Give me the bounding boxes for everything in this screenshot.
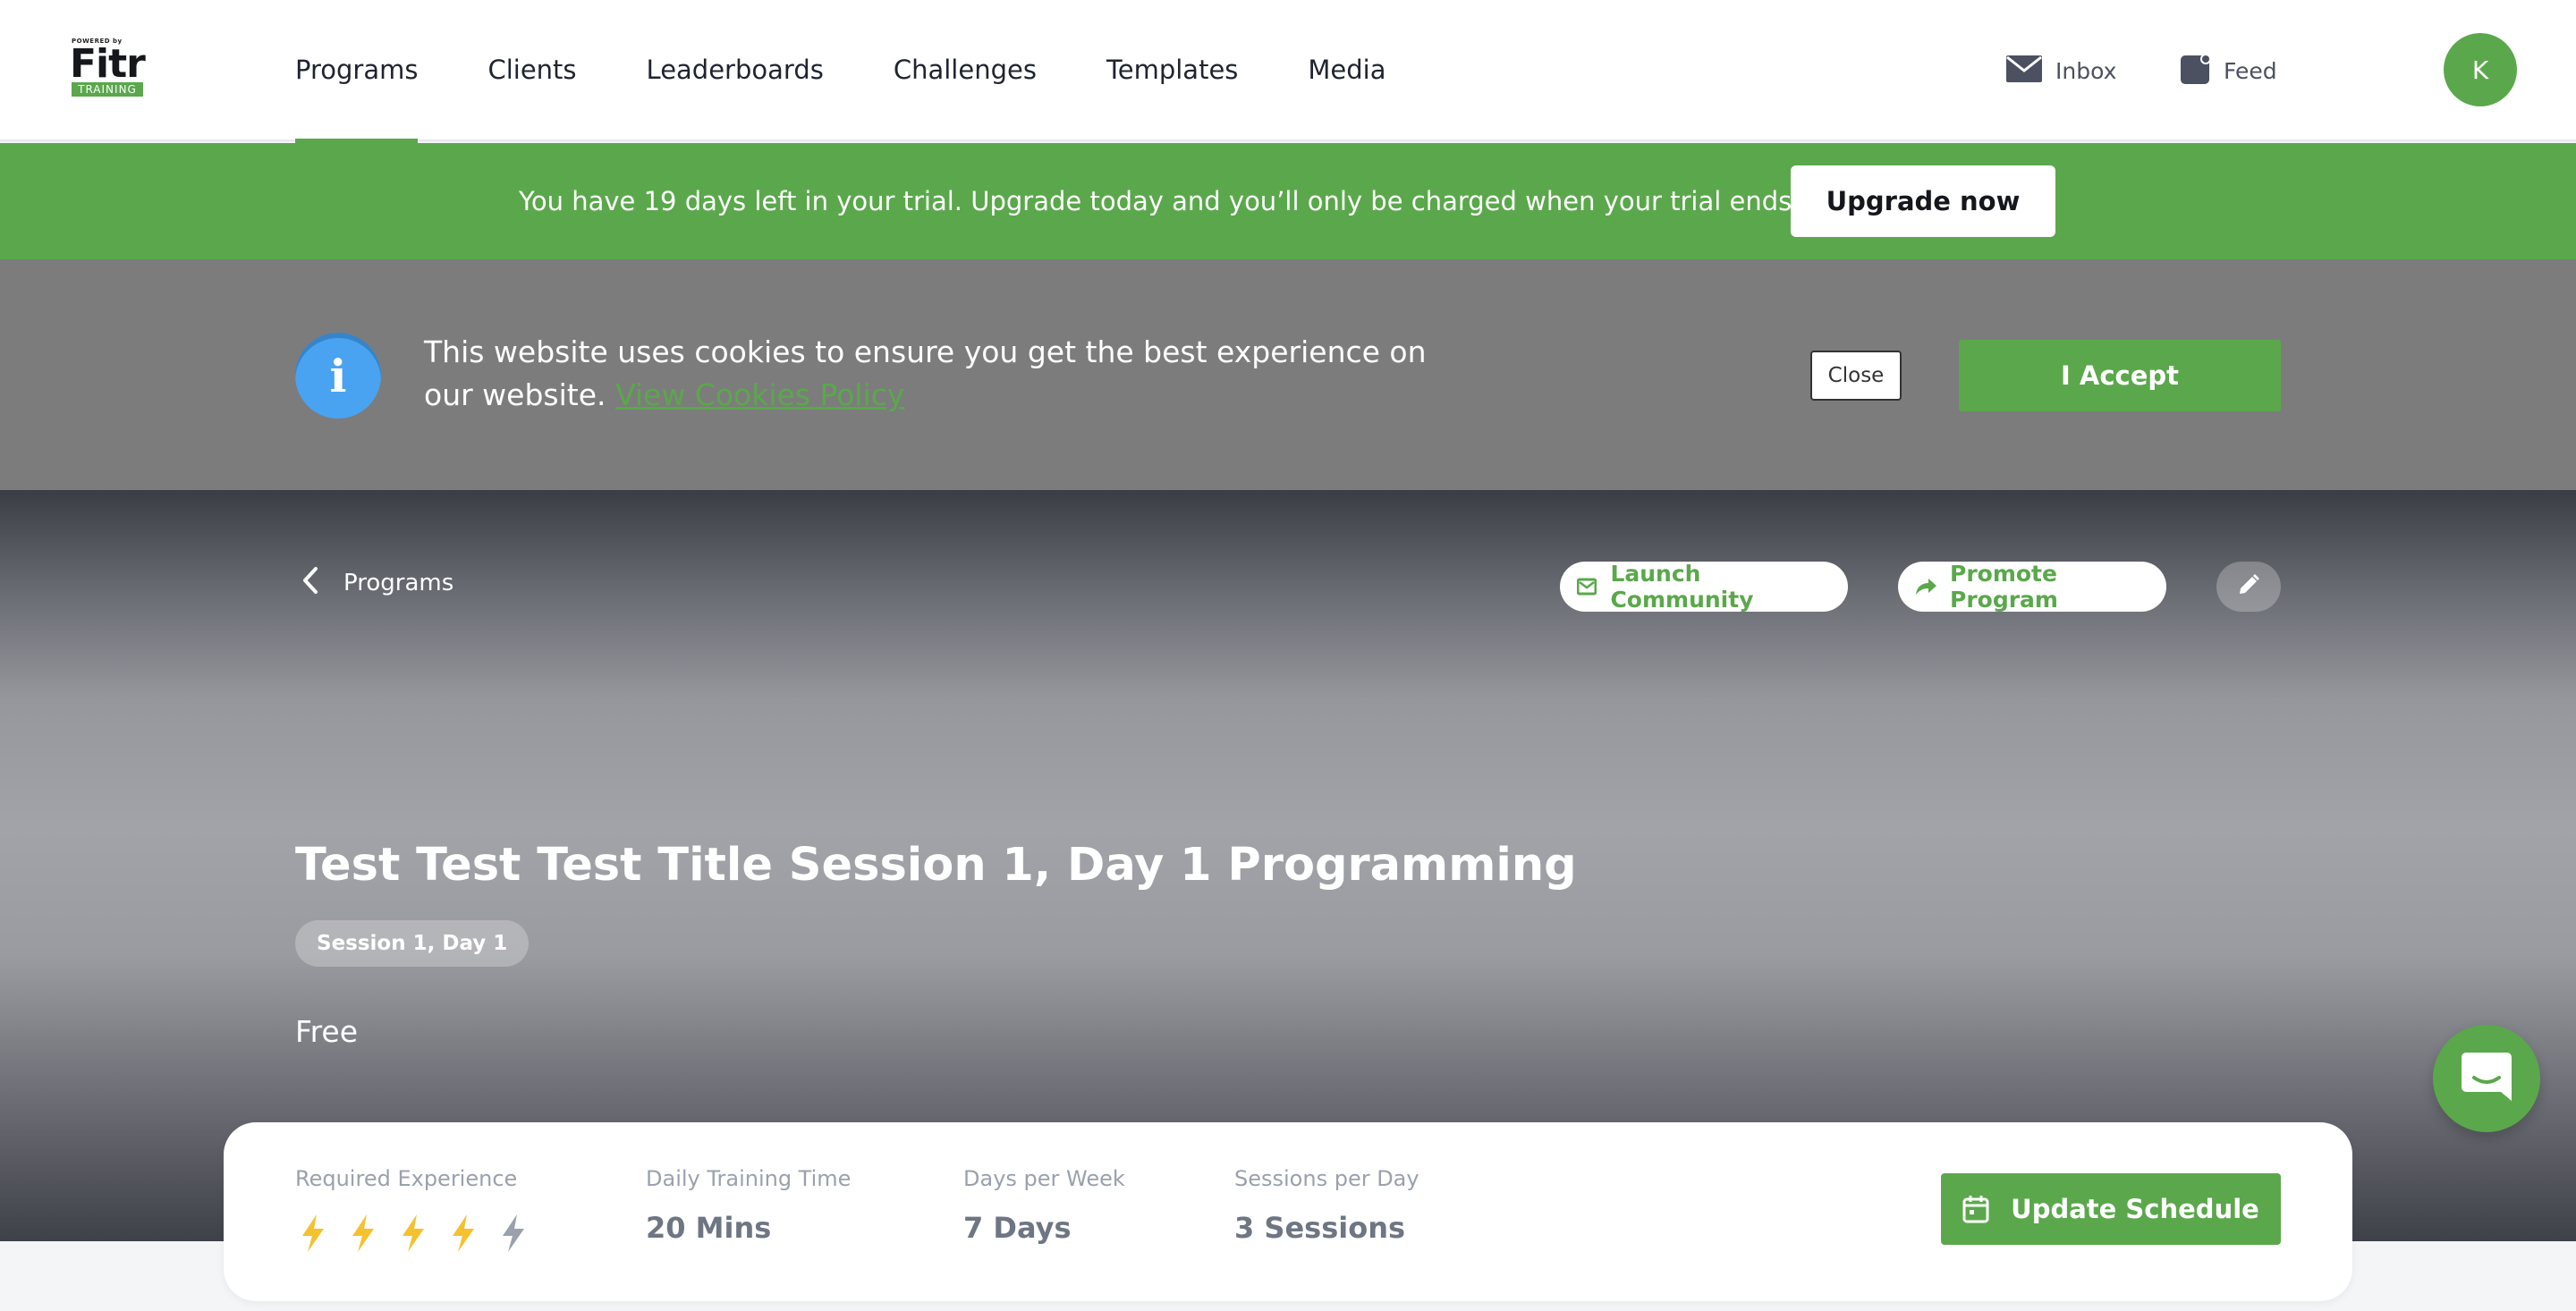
stat-sessions-per-day: Sessions per Day 3 Sessions bbox=[1234, 1166, 1419, 1245]
update-schedule-label: Update Schedule bbox=[2011, 1194, 2259, 1224]
back-label: Programs bbox=[343, 570, 454, 596]
feed-link[interactable]: Feed bbox=[2181, 0, 2277, 141]
logo-brand: Fitr bbox=[70, 41, 146, 87]
session-badge: Session 1, Day 1 bbox=[295, 920, 530, 967]
training-time-label: Daily Training Time bbox=[646, 1166, 852, 1191]
promote-program-label: Promote Program bbox=[1950, 561, 2058, 613]
nav-templates[interactable]: Templates bbox=[1106, 0, 1238, 141]
cookie-text: This website uses cookies to ensure you … bbox=[424, 334, 1427, 412]
stat-training-time: Daily Training Time 20 Mins bbox=[646, 1166, 851, 1245]
trial-text: You have 19 days left in your trial. Upg… bbox=[519, 186, 1801, 216]
sessions-value: 3 Sessions bbox=[1234, 1211, 1406, 1245]
promote-program-button[interactable]: Promote Program bbox=[1898, 561, 2166, 613]
calendar-icon bbox=[1962, 1195, 1989, 1223]
cookie-close-button[interactable]: Close bbox=[1810, 351, 1902, 401]
sessions-label: Sessions per Day bbox=[1234, 1166, 1419, 1191]
training-time-value: 20 Mins bbox=[646, 1211, 772, 1245]
back-to-programs-link[interactable]: Programs bbox=[301, 565, 453, 601]
trial-banner: You have 19 days left in your trial. Upg… bbox=[0, 143, 2576, 259]
days-label: Days per Week bbox=[963, 1166, 1125, 1191]
bolt-icon bbox=[496, 1213, 531, 1254]
bolt-icon bbox=[445, 1213, 481, 1254]
feed-icon bbox=[2181, 54, 2211, 88]
info-icon: i bbox=[295, 333, 381, 419]
program-price: Free bbox=[295, 1014, 359, 1049]
feed-label: Feed bbox=[2224, 57, 2277, 84]
bolt-icon bbox=[345, 1213, 381, 1254]
experience-rating bbox=[295, 1213, 546, 1254]
launch-community-button[interactable]: Launch Community bbox=[1560, 561, 1848, 613]
nav-clients[interactable]: Clients bbox=[487, 0, 576, 141]
main-nav: Programs Clients Leaderboards Challenges… bbox=[295, 0, 1456, 143]
pencil-icon bbox=[2237, 573, 2260, 600]
cookie-accept-button[interactable]: I Accept bbox=[1959, 340, 2281, 411]
top-nav: POWERED by Fitr TRAINING Programs Client… bbox=[0, 0, 2576, 143]
chevron-left-icon bbox=[301, 566, 320, 601]
nav-challenges[interactable]: Challenges bbox=[894, 0, 1037, 141]
bolt-icon bbox=[295, 1213, 331, 1254]
fitr-logo[interactable]: POWERED by Fitr TRAINING bbox=[70, 36, 147, 98]
upgrade-now-button[interactable]: Upgrade now bbox=[1791, 165, 2055, 237]
stat-days-per-week: Days per Week 7 Days bbox=[963, 1166, 1125, 1245]
chat-button[interactable] bbox=[2433, 1025, 2540, 1132]
avatar[interactable]: K bbox=[2444, 33, 2517, 106]
inbox-label: Inbox bbox=[2055, 57, 2117, 84]
update-schedule-button[interactable]: Update Schedule bbox=[1941, 1173, 2281, 1245]
nav-programs[interactable]: Programs bbox=[295, 0, 419, 143]
launch-community-label: Launch Community bbox=[1610, 561, 1754, 613]
cookie-policy-link[interactable]: View Cookies Policy bbox=[615, 377, 904, 412]
bolt-icon bbox=[395, 1213, 431, 1254]
cookie-message: This website uses cookies to ensure you … bbox=[424, 331, 1444, 417]
edit-program-button[interactable] bbox=[2216, 562, 2281, 612]
chat-icon bbox=[2460, 1051, 2513, 1106]
nav-media[interactable]: Media bbox=[1308, 0, 1385, 141]
share-arrow-icon bbox=[1914, 574, 1937, 599]
experience-label: Required Experience bbox=[295, 1166, 518, 1191]
mail-icon bbox=[1576, 574, 1597, 599]
program-title: Test Test Test Title Session 1, Day 1 Pr… bbox=[295, 839, 1577, 892]
envelope-icon bbox=[2005, 55, 2043, 87]
nav-leaderboards[interactable]: Leaderboards bbox=[647, 0, 824, 141]
days-value: 7 Days bbox=[963, 1211, 1072, 1245]
stat-experience: Required Experience bbox=[295, 1166, 546, 1254]
inbox-link[interactable]: Inbox bbox=[2005, 0, 2116, 141]
logo-tag: TRAINING bbox=[72, 82, 143, 97]
